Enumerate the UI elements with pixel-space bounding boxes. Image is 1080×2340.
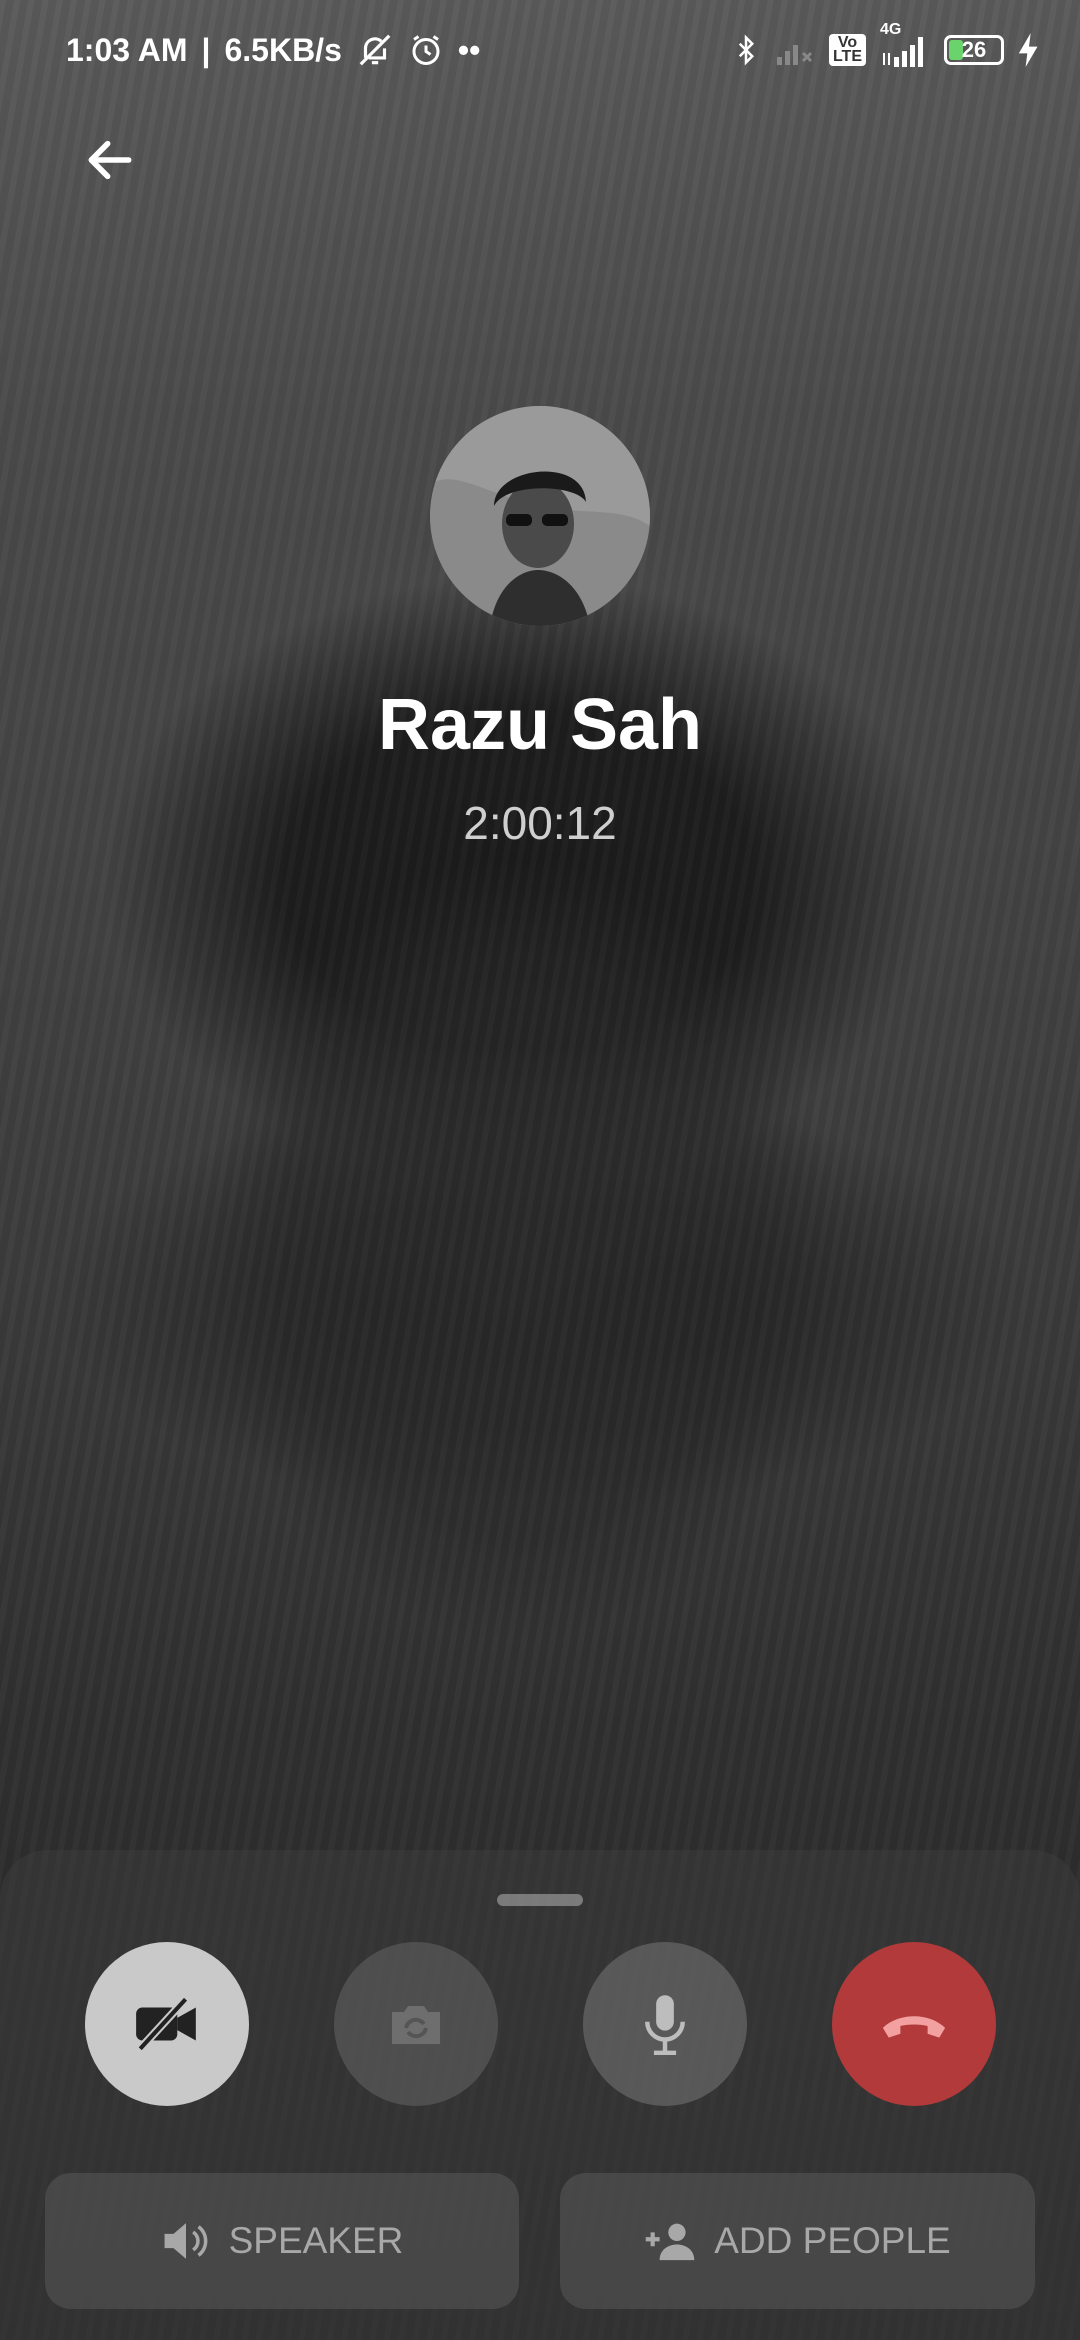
bluetooth-icon bbox=[731, 32, 761, 68]
add-people-button[interactable]: ADD PEOPLE bbox=[560, 2173, 1035, 2309]
mute-bell-icon bbox=[356, 31, 394, 69]
toggle-video-button[interactable] bbox=[85, 1942, 249, 2106]
back-button[interactable] bbox=[78, 128, 142, 192]
speaker-icon bbox=[164, 2223, 208, 2259]
back-arrow-icon bbox=[88, 140, 132, 180]
add-people-label: ADD PEOPLE bbox=[714, 2220, 951, 2261]
network-type-label: 4G bbox=[880, 21, 902, 38]
mute-microphone-button[interactable] bbox=[583, 1942, 747, 2106]
microphone-icon bbox=[645, 1995, 685, 2055]
status-time: 1:03 AM bbox=[66, 31, 188, 68]
signal-no-service-icon bbox=[775, 35, 815, 65]
volte-badge: Vo LTE bbox=[828, 34, 866, 66]
alarm-icon bbox=[408, 32, 444, 68]
sheet-drag-handle[interactable] bbox=[497, 1894, 583, 1906]
status-separator: | bbox=[201, 31, 211, 68]
flip-camera-button[interactable] bbox=[334, 1942, 498, 2106]
status-speed: 6.5KB/s bbox=[224, 31, 342, 68]
call-duration: 2:00:12 bbox=[463, 797, 617, 849]
signal-4g-icon: 4G bbox=[880, 21, 930, 67]
end-call-button[interactable] bbox=[832, 1942, 996, 2106]
speaker-button[interactable]: SPEAKER bbox=[45, 2173, 519, 2309]
battery-indicator: 26 bbox=[944, 35, 1004, 65]
add-person-icon bbox=[645, 2223, 695, 2261]
caller-avatar bbox=[430, 406, 650, 626]
charging-bolt-icon bbox=[1018, 33, 1040, 67]
speaker-label: SPEAKER bbox=[228, 2220, 404, 2261]
flip-camera-icon bbox=[392, 2006, 440, 2044]
status-bar: 1:03 AM | 6.5KB/s •• Vo LTE 4G 26 bbox=[0, 0, 1080, 100]
battery-level: 26 bbox=[961, 37, 987, 62]
video-off-icon bbox=[136, 1996, 196, 2052]
caller-name: Razu Sah bbox=[377, 685, 703, 765]
status-more-dots: •• bbox=[457, 31, 481, 68]
hang-up-icon bbox=[882, 2016, 946, 2038]
